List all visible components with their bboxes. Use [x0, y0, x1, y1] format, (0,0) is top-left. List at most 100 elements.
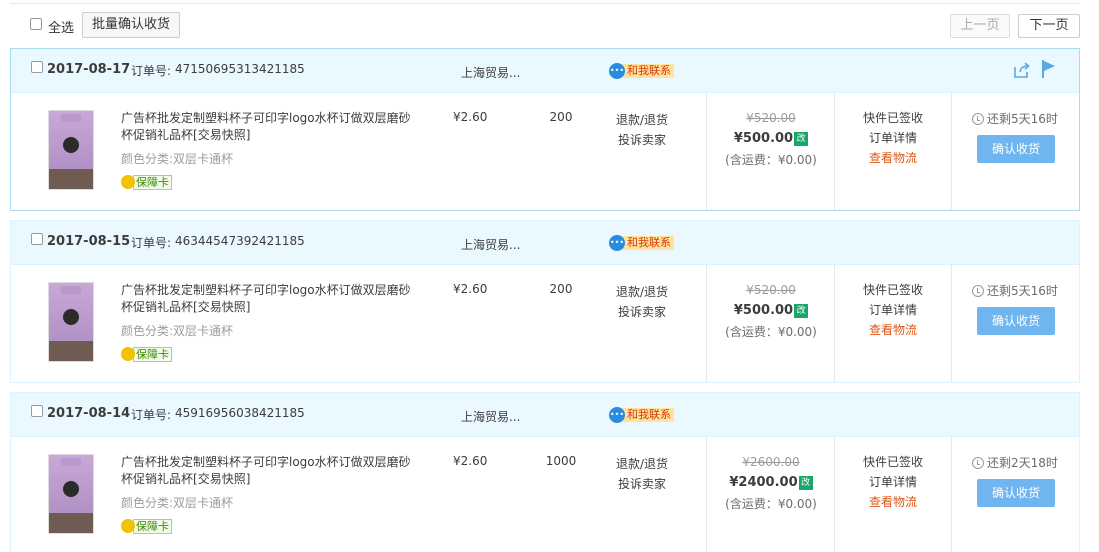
product-thumbnail[interactable]: [48, 110, 94, 190]
confirm-receipt-button[interactable]: 确认收货: [977, 307, 1055, 335]
order-number: 45916956038421185: [175, 406, 305, 420]
clock-icon: [972, 113, 984, 125]
prev-page-button[interactable]: 上一页: [950, 14, 1010, 38]
order-actions: 还剩5天16时 确认收货: [952, 265, 1079, 382]
remaining-time: 还剩5天16时: [972, 110, 1058, 127]
shop-name[interactable]: 上海贸易...: [461, 236, 520, 253]
top-divider: [10, 0, 1080, 4]
shop-name[interactable]: 上海贸易...: [461, 408, 520, 425]
clock-icon: [972, 285, 984, 297]
order-date: 2017-08-17: [47, 62, 131, 77]
complain-link[interactable]: 投诉卖家: [607, 474, 677, 494]
guarantee-card-label: 保障卡: [133, 175, 172, 190]
contact-seller-label: 和我联系: [619, 408, 674, 422]
refund-link[interactable]: 退款/退货: [607, 454, 677, 474]
order-card: 2017-08-14 订单号: 45916956038421185 上海贸易..…: [10, 392, 1080, 552]
order-item: 广告杯批发定制塑料杯子可印字logo水杯订做双层磨砂杯促销礼品杯[交易快照] 颜…: [11, 437, 1079, 552]
order-total: ¥2600.00 ¥2400.00 改 (含运费：¥0.00): [707, 437, 835, 552]
sku-value: 双层卡通杯: [173, 152, 234, 166]
original-total: ¥520.00: [746, 283, 796, 297]
status-text: 快件已签收: [862, 455, 923, 469]
guarantee-card-label: 保障卡: [133, 519, 172, 534]
sku-value: 双层卡通杯: [173, 324, 234, 338]
clock-icon: [972, 457, 984, 469]
order-checkbox[interactable]: [31, 61, 43, 73]
guarantee-icon: [121, 519, 135, 533]
select-all-checkbox[interactable]: [30, 18, 42, 30]
product-title-text[interactable]: 广告杯批发定制塑料杯子可印字logo水杯订做双层磨砂杯促销礼品杯: [121, 283, 411, 314]
order-actions: 还剩2天18时 确认收货: [952, 437, 1079, 552]
select-all-label: 全选: [48, 21, 75, 36]
remaining-time-text: 还剩5天16时: [987, 112, 1058, 126]
order-status: 快件已签收 订单详情 查看物流: [835, 265, 951, 382]
order-toolbar: 全选 批量确认收货 上一页 下一页: [10, 12, 1080, 40]
order-number-label: 订单号:: [131, 408, 172, 422]
confirm-receipt-button[interactable]: 确认收货: [977, 135, 1055, 163]
trade-snapshot-link[interactable]: [交易快照]: [193, 300, 250, 314]
order-total: ¥520.00 ¥500.00 改 (含运费：¥0.00): [707, 265, 835, 382]
view-logistics-link[interactable]: 查看物流: [835, 320, 951, 340]
order-detail-link[interactable]: 订单详情: [835, 300, 951, 320]
product-title[interactable]: 广告杯批发定制塑料杯子可印字logo水杯订做双层磨砂杯促销礼品杯[交易快照]: [121, 282, 421, 316]
product-thumbnail[interactable]: [48, 282, 94, 362]
refund-link[interactable]: 退款/退货: [607, 110, 677, 130]
order-date: 2017-08-15: [47, 234, 131, 249]
refund-link[interactable]: 退款/退货: [607, 282, 677, 302]
confirm-receipt-button[interactable]: 确认收货: [977, 479, 1055, 507]
unit-price: ¥2.60: [453, 110, 488, 124]
complain-link[interactable]: 投诉卖家: [607, 130, 677, 150]
original-total: ¥520.00: [746, 111, 796, 125]
view-logistics-link[interactable]: 查看物流: [835, 492, 951, 512]
order-status: 快件已签收 订单详情 查看物流: [835, 437, 951, 552]
status-text: 快件已签收: [862, 111, 923, 125]
view-logistics-link[interactable]: 查看物流: [835, 148, 951, 168]
product-sku: 颜色分类:双层卡通杯: [121, 494, 233, 511]
after-sale-links: 退款/退货 投诉卖家: [607, 110, 677, 150]
product-title[interactable]: 广告杯批发定制塑料杯子可印字logo水杯订做双层磨砂杯促销礼品杯[交易快照]: [121, 110, 421, 144]
order-header: 2017-08-15 订单号: 46344547392421185 上海贸易..…: [11, 221, 1079, 265]
share-icon[interactable]: [1013, 61, 1031, 82]
actual-total: ¥500.00 改: [707, 130, 835, 148]
order-detail-link[interactable]: 订单详情: [835, 472, 951, 492]
complain-link[interactable]: 投诉卖家: [607, 302, 677, 322]
chat-icon: •••: [609, 407, 625, 423]
order-checkbox[interactable]: [31, 233, 43, 245]
order-actions: 还剩5天16时 确认收货: [952, 93, 1079, 210]
trade-snapshot-link[interactable]: [交易快照]: [193, 128, 250, 142]
trade-snapshot-link[interactable]: [交易快照]: [193, 472, 250, 486]
sku-value: 双层卡通杯: [173, 496, 234, 510]
guarantee-icon: [121, 175, 135, 189]
order-checkbox[interactable]: [31, 405, 43, 417]
product-title[interactable]: 广告杯批发定制塑料杯子可印字logo水杯订做双层磨砂杯促销礼品杯[交易快照]: [121, 454, 421, 488]
sku-prefix: 颜色分类:: [121, 152, 174, 166]
product-title-text[interactable]: 广告杯批发定制塑料杯子可印字logo水杯订做双层磨砂杯促销礼品杯: [121, 111, 411, 142]
next-page-button[interactable]: 下一页: [1018, 14, 1080, 38]
chat-icon: •••: [609, 63, 625, 79]
product-sku: 颜色分类:双层卡通杯: [121, 150, 233, 167]
price-modified-badge: 改: [794, 132, 809, 146]
order-card: 2017-08-15 订单号: 46344547392421185 上海贸易..…: [10, 220, 1080, 383]
remaining-time-text: 还剩5天16时: [987, 284, 1058, 298]
quantity: 200: [549, 282, 573, 296]
actual-total: ¥500.00 改: [707, 302, 835, 320]
order-header: 2017-08-17 订单号: 47150695313421185 上海贸易..…: [11, 49, 1079, 93]
shop-name[interactable]: 上海贸易...: [461, 64, 520, 81]
product-sku: 颜色分类:双层卡通杯: [121, 322, 233, 339]
order-header: 2017-08-14 订单号: 45916956038421185 上海贸易..…: [11, 393, 1079, 437]
contact-seller-label: 和我联系: [619, 236, 674, 250]
order-card: 2017-08-17 订单号: 47150695313421185 上海贸易..…: [10, 48, 1080, 211]
shipping-fee: (含运费：¥0.00): [725, 325, 817, 339]
order-number: 47150695313421185: [175, 62, 305, 76]
after-sale-links: 退款/退货 投诉卖家: [607, 454, 677, 494]
chat-icon: •••: [609, 235, 625, 251]
order-detail-link[interactable]: 订单详情: [835, 128, 951, 148]
order-date: 2017-08-14: [47, 406, 131, 421]
order-number-label: 订单号:: [131, 236, 172, 250]
product-thumbnail[interactable]: [48, 454, 94, 534]
actual-total: ¥2400.00 改: [707, 474, 835, 492]
batch-confirm-button[interactable]: 批量确认收货: [82, 12, 180, 38]
actual-total-value: ¥500.00: [733, 303, 794, 318]
order-item: 广告杯批发定制塑料杯子可印字logo水杯订做双层磨砂杯促销礼品杯[交易快照] 颜…: [11, 93, 1079, 210]
flag-icon[interactable]: [1041, 59, 1057, 82]
product-title-text[interactable]: 广告杯批发定制塑料杯子可印字logo水杯订做双层磨砂杯促销礼品杯: [121, 455, 411, 486]
